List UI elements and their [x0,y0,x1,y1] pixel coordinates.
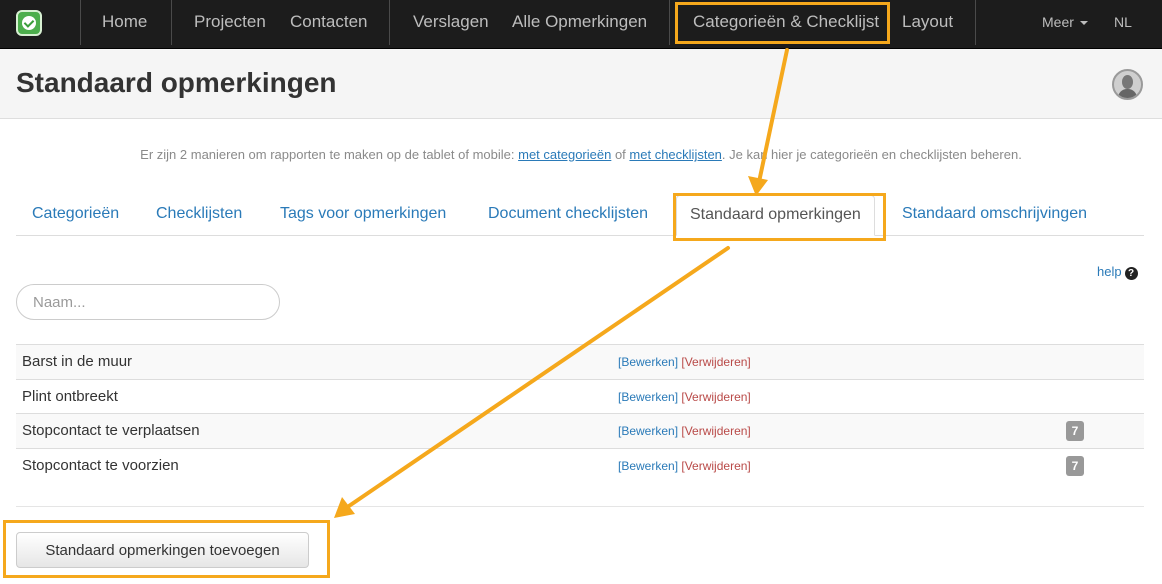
avatar-body [1118,89,1137,98]
intro-text: Er zijn 2 manieren om rapporten te maken… [0,147,1162,162]
nav-divider [80,0,81,45]
tab-checklijsten[interactable]: Checklijsten [156,205,242,223]
tab-document-checklijsten[interactable]: Document checklijsten [488,205,648,223]
delete-link[interactable]: [Verwijderen] [681,424,750,438]
question-circle-icon: ? [1124,267,1138,280]
check-icon [23,17,35,28]
table-row: Stopcontact te voorzien [Bewerken] [Verw… [16,447,1144,483]
table-row: Stopcontact te verplaatsen [Bewerken] [V… [16,413,1144,448]
tab-categorieen[interactable]: Categorieën [32,205,119,223]
nav-item-home[interactable]: Home [102,12,147,32]
table-row: Barst in de muur [Bewerken] [Verwijderen… [16,344,1144,379]
remarks-table: Barst in de muur [Bewerken] [Verwijderen… [16,344,1144,482]
remark-name: Plint ontbreekt [22,387,118,405]
nav-divider [975,0,976,45]
tab-standaard-omschrijvingen[interactable]: Standaard omschrijvingen [902,205,1087,223]
delete-link[interactable]: [Verwijderen] [681,355,750,369]
nav-divider [389,0,390,45]
nav-item-layout[interactable]: Layout [902,12,953,32]
link-met-categorieen[interactable]: met categorieën [518,147,611,162]
logo-ring [22,16,36,30]
nav-item-verslagen[interactable]: Verslagen [413,12,489,32]
delete-link[interactable]: [Verwijderen] [681,390,750,404]
row-actions: [Bewerken] [Verwijderen] [618,424,751,438]
remark-name: Stopcontact te voorzien [22,456,179,474]
remark-name: Barst in de muur [22,353,133,370]
help-link[interactable]: help? [1097,264,1138,280]
nav-item-contacten[interactable]: Contacten [290,12,368,32]
nav-item-categorieen-checklijst[interactable]: Categorieën & Checklijst [693,12,879,32]
caret-down-icon [1079,21,1088,26]
page-title: Standaard opmerkingen [16,67,337,98]
intro-text-middle: of [611,147,630,162]
nav-divider [669,0,670,45]
remark-name: Stopcontact te verplaatsen [22,422,200,439]
tab-bar: Categorieën Checklijsten Tags voor opmer… [16,195,1144,236]
count-badge: 7 [1066,421,1084,441]
tab-tags-voor-opmerkingen[interactable]: Tags voor opmerkingen [280,205,446,223]
avatar-head [1122,75,1133,89]
tab-standaard-opmerkingen[interactable]: Standaard opmerkingen [676,195,875,236]
table-row: Plint ontbreekt [Bewerken] [Verwijderen] [16,378,1144,414]
edit-link[interactable]: [Bewerken] [618,459,678,473]
page-header: Standaard opmerkingen [0,49,1162,119]
edit-link[interactable]: [Bewerken] [618,424,678,438]
count-badge: 7 [1066,455,1084,476]
table-bottom-divider [16,506,1144,507]
avatar[interactable] [1112,69,1143,100]
add-standard-remarks-button[interactable]: Standaard opmerkingen toevoegen [16,532,309,568]
nav-item-projecten[interactable]: Projecten [194,12,266,32]
search-input[interactable] [16,284,280,320]
language-switch[interactable]: NL [1114,14,1132,30]
app-logo-icon[interactable] [16,10,42,36]
link-met-checklijsten[interactable]: met checklijsten [629,147,721,162]
top-navbar: Home Projecten Contacten Verslagen Alle … [0,0,1162,49]
nav-more-dropdown[interactable]: Meer [1042,14,1088,30]
nav-divider [171,0,172,45]
help-label: help [1097,264,1122,279]
intro-text-start: Er zijn 2 manieren om rapporten te maken… [140,147,519,162]
edit-link[interactable]: [Bewerken] [618,390,678,404]
nav-more-label: Meer [1042,14,1074,30]
intro-text-end: . Je kan hier je categorieën en checklij… [721,147,1022,162]
edit-link[interactable]: [Bewerken] [618,355,678,369]
row-actions: [Bewerken] [Verwijderen] [618,459,751,473]
nav-item-alle-opmerkingen[interactable]: Alle Opmerkingen [512,12,647,32]
row-actions: [Bewerken] [Verwijderen] [618,390,751,404]
delete-link[interactable]: [Verwijderen] [681,459,750,473]
row-actions: [Bewerken] [Verwijderen] [618,355,751,369]
